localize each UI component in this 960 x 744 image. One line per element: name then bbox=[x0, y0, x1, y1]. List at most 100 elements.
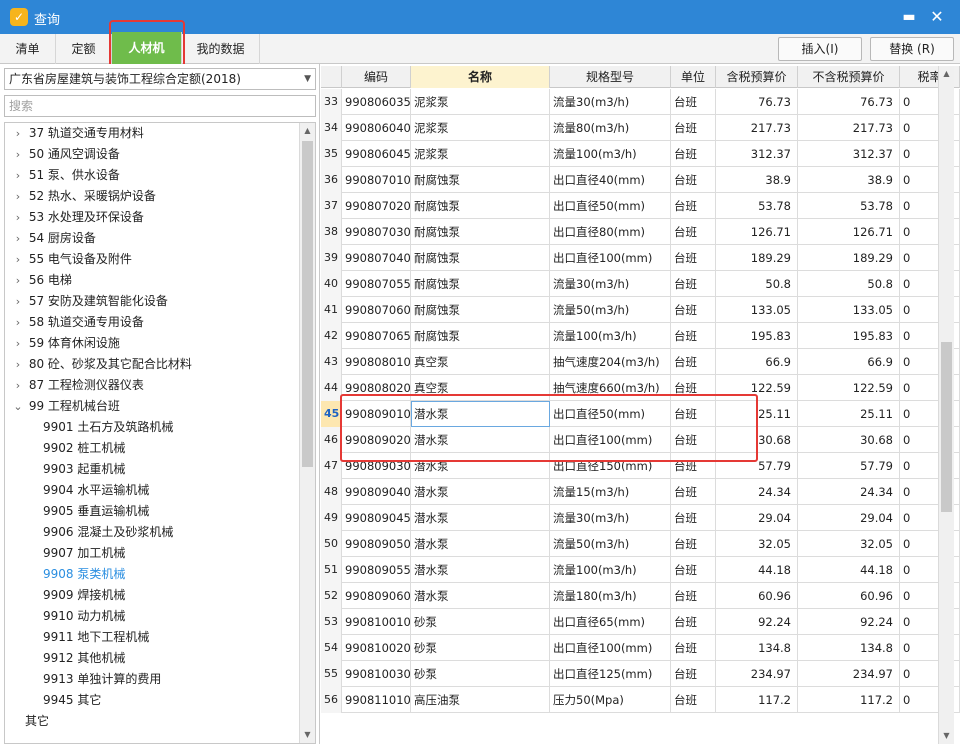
cell-name[interactable]: 潜水泵 bbox=[411, 557, 550, 583]
cell-code[interactable]: 990809045 bbox=[342, 505, 411, 531]
chevron-right-icon[interactable]: › bbox=[11, 270, 25, 291]
cell-name[interactable]: 潜水泵 bbox=[411, 401, 550, 427]
cell-name[interactable]: 泥浆泵 bbox=[411, 141, 550, 167]
column-header-price-tax-excl[interactable]: 不含税预算价 bbox=[798, 66, 900, 88]
tree-item[interactable]: 9903 起重机械 bbox=[43, 459, 125, 480]
cell-code[interactable]: 990807020 bbox=[342, 193, 411, 219]
cell-name[interactable]: 耐腐蚀泵 bbox=[411, 219, 550, 245]
cell-row-number[interactable]: 47 bbox=[321, 453, 342, 479]
cell-row-number[interactable]: 43 bbox=[321, 349, 342, 375]
cell-code[interactable]: 990806035 bbox=[342, 89, 411, 115]
cell-spec[interactable]: 流量30(m3/h) bbox=[550, 89, 671, 115]
tree-item[interactable]: › 80 砼、砂浆及其它配合比材料 bbox=[11, 354, 192, 375]
cell-name[interactable]: 泥浆泵 bbox=[411, 89, 550, 115]
cell-code[interactable]: 990809030 bbox=[342, 453, 411, 479]
table-row[interactable]: 48 990809040 潜水泵 流量15(m3/h) 台班 24.34 24.34 0 bbox=[321, 479, 960, 505]
minimize-icon[interactable]: ▬ bbox=[898, 6, 920, 28]
cell-price-tax-incl[interactable]: 76.73 bbox=[716, 89, 798, 115]
column-header-unit[interactable]: 单位 bbox=[671, 66, 716, 88]
cell-price-tax-incl[interactable]: 24.34 bbox=[716, 479, 798, 505]
cell-price-tax-excl[interactable]: 24.34 bbox=[798, 479, 900, 505]
column-header-spec[interactable]: 规格型号 bbox=[550, 66, 671, 88]
tree-scrollbar-thumb[interactable] bbox=[302, 141, 313, 467]
cell-row-number[interactable]: 38 bbox=[321, 219, 342, 245]
cell-price-tax-incl[interactable]: 30.68 bbox=[716, 427, 798, 453]
cell-spec[interactable]: 流量15(m3/h) bbox=[550, 479, 671, 505]
cell-spec[interactable]: 流量80(m3/h) bbox=[550, 115, 671, 141]
tree-item[interactable]: 9911 地下工程机械 bbox=[43, 627, 149, 648]
cell-price-tax-incl[interactable]: 32.05 bbox=[716, 531, 798, 557]
cell-unit[interactable]: 台班 bbox=[671, 453, 716, 479]
column-header-name[interactable]: 名称 bbox=[411, 66, 550, 88]
cell-name[interactable]: 砂泵 bbox=[411, 609, 550, 635]
cell-row-number[interactable]: 48 bbox=[321, 479, 342, 505]
cell-price-tax-incl[interactable]: 134.8 bbox=[716, 635, 798, 661]
cell-spec[interactable]: 流量50(m3/h) bbox=[550, 297, 671, 323]
cell-name[interactable]: 潜水泵 bbox=[411, 427, 550, 453]
cell-unit[interactable]: 台班 bbox=[671, 297, 716, 323]
cell-unit[interactable]: 台班 bbox=[671, 557, 716, 583]
cell-code[interactable]: 990810030 bbox=[342, 661, 411, 687]
tab-bill[interactable]: 清单 bbox=[0, 34, 56, 64]
cell-unit[interactable]: 台班 bbox=[671, 427, 716, 453]
cell-name[interactable]: 真空泵 bbox=[411, 349, 550, 375]
cell-code[interactable]: 990806045 bbox=[342, 141, 411, 167]
cell-code[interactable]: 990807010 bbox=[342, 167, 411, 193]
tree-item[interactable]: 9910 动力机械 bbox=[43, 606, 125, 627]
cell-spec[interactable]: 出口直径50(mm) bbox=[550, 193, 671, 219]
chevron-right-icon[interactable]: › bbox=[11, 291, 25, 312]
cell-price-tax-excl[interactable]: 126.71 bbox=[798, 219, 900, 245]
cell-unit[interactable]: 台班 bbox=[671, 219, 716, 245]
table-row[interactable]: 47 990809030 潜水泵 出口直径150(mm) 台班 57.79 57.79 0 bbox=[321, 453, 960, 479]
scroll-down-icon[interactable]: ▼ bbox=[300, 727, 315, 743]
table-row[interactable]: 36 990807010 耐腐蚀泵 出口直径40(mm) 台班 38.9 38.9 0 bbox=[321, 167, 960, 193]
table-row[interactable]: 37 990807020 耐腐蚀泵 出口直径50(mm) 台班 53.78 53.78 0 bbox=[321, 193, 960, 219]
cell-name[interactable]: 潜水泵 bbox=[411, 583, 550, 609]
tab-my-data[interactable]: 我的数据 bbox=[182, 34, 260, 64]
cell-spec[interactable]: 抽气速度660(m3/h) bbox=[550, 375, 671, 401]
cell-code[interactable]: 990809020 bbox=[342, 427, 411, 453]
scroll-down-icon[interactable]: ▼ bbox=[939, 728, 954, 744]
cell-price-tax-incl[interactable]: 44.18 bbox=[716, 557, 798, 583]
table-scrollbar-thumb[interactable] bbox=[941, 342, 952, 512]
cell-code[interactable]: 990806040 bbox=[342, 115, 411, 141]
cell-code[interactable]: 990808020 bbox=[342, 375, 411, 401]
chevron-right-icon[interactable]: › bbox=[11, 123, 25, 144]
tree-item[interactable]: › 53 水处理及环保设备 bbox=[11, 207, 144, 228]
chevron-right-icon[interactable]: › bbox=[11, 375, 25, 396]
table-scrollbar[interactable]: ▲ ▼ bbox=[938, 66, 954, 744]
cell-spec[interactable]: 流量30(m3/h) bbox=[550, 271, 671, 297]
cell-spec[interactable]: 出口直径125(mm) bbox=[550, 661, 671, 687]
cell-price-tax-incl[interactable]: 29.04 bbox=[716, 505, 798, 531]
search-input[interactable] bbox=[4, 95, 316, 117]
tree-item[interactable]: › 50 通风空调设备 bbox=[11, 144, 120, 165]
cell-spec[interactable]: 出口直径100(mm) bbox=[550, 245, 671, 271]
cell-code[interactable]: 990807065 bbox=[342, 323, 411, 349]
table-row[interactable]: 43 990808010 真空泵 抽气速度204(m3/h) 台班 66.9 66.9 0 bbox=[321, 349, 960, 375]
table-row[interactable]: 46 990809020 潜水泵 出口直径100(mm) 台班 30.68 30.68 0 bbox=[321, 427, 960, 453]
cell-price-tax-excl[interactable]: 133.05 bbox=[798, 297, 900, 323]
cell-price-tax-excl[interactable]: 30.68 bbox=[798, 427, 900, 453]
cell-row-number[interactable]: 34 bbox=[321, 115, 342, 141]
cell-unit[interactable]: 台班 bbox=[671, 401, 716, 427]
cell-price-tax-excl[interactable]: 122.59 bbox=[798, 375, 900, 401]
tree-item[interactable]: › 57 安防及建筑智能化设备 bbox=[11, 291, 168, 312]
cell-row-number[interactable]: 40 bbox=[321, 271, 342, 297]
cell-price-tax-incl[interactable]: 92.24 bbox=[716, 609, 798, 635]
tree-item[interactable]: 9945 其它 bbox=[43, 690, 101, 711]
cell-price-tax-incl[interactable]: 117.2 bbox=[716, 687, 798, 713]
cell-unit[interactable]: 台班 bbox=[671, 661, 716, 687]
table-row[interactable]: 53 990810010 砂泵 出口直径65(mm) 台班 92.24 92.24 0 bbox=[321, 609, 960, 635]
cell-price-tax-incl[interactable]: 189.29 bbox=[716, 245, 798, 271]
cell-name[interactable]: 泥浆泵 bbox=[411, 115, 550, 141]
tree-item[interactable]: 其它 bbox=[25, 711, 49, 732]
tree-item[interactable]: 9909 焊接机械 bbox=[43, 585, 125, 606]
cell-row-number[interactable]: 54 bbox=[321, 635, 342, 661]
cell-name[interactable]: 耐腐蚀泵 bbox=[411, 245, 550, 271]
cell-name[interactable]: 耐腐蚀泵 bbox=[411, 271, 550, 297]
table-row[interactable]: 41 990807060 耐腐蚀泵 流量50(m3/h) 台班 133.05 133.05 0 bbox=[321, 297, 960, 323]
tree-item[interactable]: › 54 厨房设备 bbox=[11, 228, 96, 249]
cell-unit[interactable]: 台班 bbox=[671, 349, 716, 375]
cell-price-tax-incl[interactable]: 60.96 bbox=[716, 583, 798, 609]
cell-unit[interactable]: 台班 bbox=[671, 479, 716, 505]
